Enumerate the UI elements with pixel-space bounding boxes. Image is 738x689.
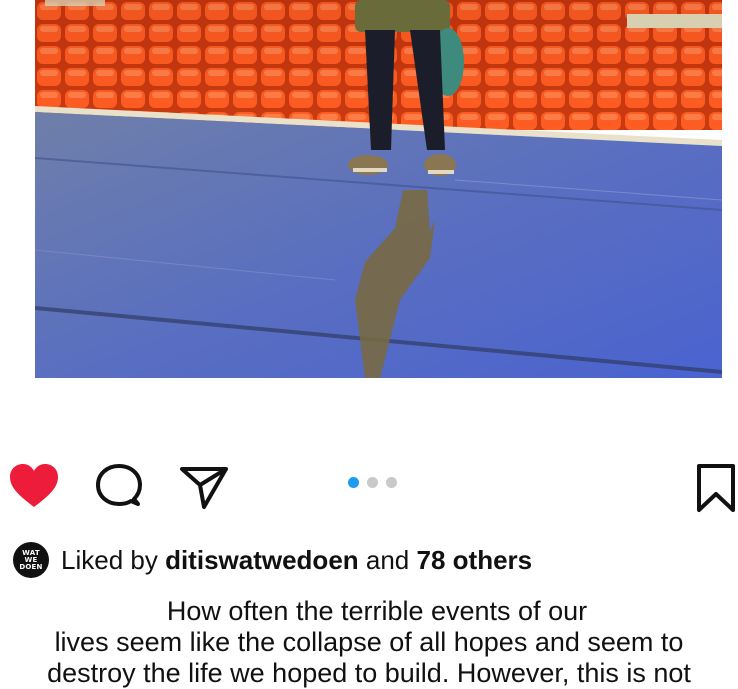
bookmark-icon bbox=[697, 464, 735, 512]
liked-by-label: Liked by bbox=[61, 544, 158, 575]
post-photo[interactable] bbox=[35, 0, 722, 378]
caption-line: destroy the life we hoped to build. Howe… bbox=[47, 658, 691, 688]
heart-icon bbox=[10, 464, 58, 507]
carousel-indicator bbox=[348, 477, 397, 488]
likes-others-link[interactable]: 78 others bbox=[417, 545, 533, 575]
send-icon bbox=[180, 467, 228, 509]
carousel-dot-active bbox=[348, 477, 359, 488]
comment-button[interactable] bbox=[94, 463, 144, 511]
carousel-dot bbox=[367, 477, 378, 488]
liker-avatar[interactable]: WAT WE DOEN bbox=[13, 542, 49, 578]
save-button[interactable] bbox=[694, 463, 738, 513]
liker-username[interactable]: ditiswatwedoen bbox=[165, 545, 359, 575]
caption-line: How often the terrible events of our bbox=[166, 596, 588, 626]
theater-stage-image bbox=[35, 0, 722, 378]
share-button[interactable] bbox=[178, 463, 230, 511]
likes-connector: and bbox=[365, 544, 410, 575]
likes-summary: WAT WE DOEN Liked by ditiswatwedoen and … bbox=[13, 540, 532, 580]
like-button[interactable] bbox=[8, 463, 60, 511]
comment-icon bbox=[96, 464, 142, 506]
caption-line: lives seem like the collapse of all hope… bbox=[54, 627, 684, 657]
post-caption: How often the terrible events of our liv… bbox=[0, 596, 738, 689]
post-action-bar bbox=[0, 455, 738, 515]
carousel-dot bbox=[386, 477, 397, 488]
avatar-text-line: DOEN bbox=[19, 562, 43, 571]
